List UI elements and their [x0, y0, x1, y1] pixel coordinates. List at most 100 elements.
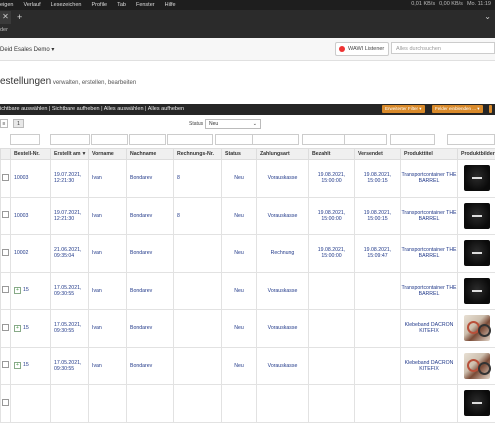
- select-all-header[interactable]: [1, 149, 11, 160]
- wawi-listener-button[interactable]: WAWI Listener: [335, 42, 389, 56]
- menu-item[interactable]: Verlauf: [23, 2, 40, 8]
- row-checkbox[interactable]: [2, 286, 9, 293]
- row-select-cell[interactable]: [1, 272, 11, 310]
- order-number-cell[interactable]: +15: [11, 272, 51, 310]
- page-number-button[interactable]: 1: [13, 119, 24, 128]
- cell-product[interactable]: Transportcontainer THE BARREL: [401, 197, 458, 235]
- tape-product-image[interactable]: [464, 315, 490, 341]
- table-row[interactable]: +1517.05.2021, 09:30:55IvanBondarevNeuVo…: [1, 310, 495, 348]
- column-filter-input[interactable]: [91, 134, 128, 145]
- column-header[interactable]: Versendet: [355, 149, 401, 160]
- tape-product-image[interactable]: [464, 353, 490, 379]
- column-header[interactable]: Vorname: [89, 149, 127, 160]
- column-filter-input[interactable]: [167, 134, 213, 145]
- cell-product[interactable]: Klebeband DACRON KITEFIX: [401, 347, 458, 385]
- column-header[interactable]: Nachname: [127, 149, 174, 160]
- column-header[interactable]: Bezahlt: [309, 149, 355, 160]
- row-checkbox[interactable]: [2, 174, 9, 181]
- menu-item[interactable]: Profile: [91, 2, 107, 8]
- cell-product[interactable]: Klebeband DACRON KITEFIX: [401, 310, 458, 348]
- table-row[interactable]: +1517.05.2021, 09:30:55IvanBondarevNeuVo…: [1, 272, 495, 310]
- browser-tab[interactable]: ✕: [0, 11, 11, 24]
- row-checkbox[interactable]: [2, 324, 9, 331]
- table-row[interactable]: 1000319.07.2021, 12:21:30IvanBondarev8Ne…: [1, 197, 495, 235]
- column-filter-input[interactable]: [10, 134, 40, 145]
- table-row[interactable]: 1000221.06.2021, 09:35:04IvanBondarevNeu…: [1, 235, 495, 273]
- barrel-product-image[interactable]: [464, 165, 490, 191]
- column-filter-input[interactable]: [390, 134, 435, 145]
- sort-desc-icon[interactable]: ▼: [82, 151, 87, 157]
- show-fields-button[interactable]: Felder einblenden ... ▾: [432, 105, 483, 113]
- barrel-product-image[interactable]: [464, 203, 490, 229]
- cell-product[interactable]: Transportcontainer THE BARREL: [401, 272, 458, 310]
- table-row[interactable]: 1000319.07.2021, 12:21:30IvanBondarev8Ne…: [1, 160, 495, 198]
- cell-product-image[interactable]: [458, 385, 495, 423]
- column-header[interactable]: Produkttitel: [401, 149, 458, 160]
- table-row[interactable]: +1517.05.2021, 09:30:55IvanBondarevNeuVo…: [1, 347, 495, 385]
- column-filter-input[interactable]: [129, 134, 166, 145]
- new-tab-button[interactable]: +: [17, 12, 22, 22]
- row-select-cell[interactable]: [1, 385, 11, 423]
- cell-product-image[interactable]: [458, 197, 495, 235]
- order-number-cell[interactable]: +15: [11, 310, 51, 348]
- barrel-product-image[interactable]: [464, 240, 490, 266]
- global-search-input[interactable]: Alles durchsuchen: [391, 42, 495, 54]
- selection-links[interactable]: ichtbare auswählen | Sichtbare aufheben …: [0, 106, 184, 112]
- barrel-product-image[interactable]: [464, 390, 490, 416]
- extended-filter-button[interactable]: Erweiterter Filter ▾: [382, 105, 425, 113]
- column-header[interactable]: Rechnungs-Nr.: [174, 149, 222, 160]
- row-select-cell[interactable]: [1, 197, 11, 235]
- order-number-cell[interactable]: +15: [11, 347, 51, 385]
- expand-row-icon[interactable]: +: [14, 362, 21, 369]
- order-number[interactable]: 15: [23, 362, 29, 368]
- expand-row-icon[interactable]: +: [14, 325, 21, 332]
- column-filter-input[interactable]: [447, 134, 495, 145]
- column-header[interactable]: Status: [222, 149, 257, 160]
- row-checkbox[interactable]: [2, 361, 9, 368]
- order-number-cell[interactable]: 10002: [11, 235, 51, 273]
- status-filter-select[interactable]: Neu⌄: [205, 119, 261, 129]
- shop-selector[interactable]: Deid Esales Demo ▾: [0, 46, 54, 53]
- cell-product[interactable]: Transportcontainer THE BARREL: [401, 160, 458, 198]
- menu-item[interactable]: Tab: [117, 2, 126, 8]
- column-header[interactable]: Produktbilder: [458, 149, 495, 160]
- cell-product-image[interactable]: [458, 310, 495, 348]
- order-number-cell[interactable]: 10003: [11, 160, 51, 198]
- cell-product-image[interactable]: [458, 272, 495, 310]
- column-header[interactable]: Bestell-Nr.: [11, 149, 51, 160]
- cell-product[interactable]: Transportcontainer THE BARREL: [401, 235, 458, 273]
- menu-item[interactable]: eigen: [0, 2, 13, 8]
- order-number[interactable]: 10003: [14, 213, 28, 219]
- menu-item[interactable]: Hilfe: [165, 2, 176, 8]
- tab-overflow-icon[interactable]: ⌄: [484, 12, 491, 21]
- barrel-product-image[interactable]: [464, 278, 490, 304]
- cell-product-image[interactable]: [458, 160, 495, 198]
- order-number[interactable]: 10002: [14, 250, 28, 256]
- order-number[interactable]: 15: [23, 287, 29, 293]
- expand-row-icon[interactable]: +: [14, 287, 21, 294]
- url-text[interactable]: der: [0, 27, 8, 33]
- row-select-cell[interactable]: [1, 310, 11, 348]
- list-view-icon[interactable]: ≡: [0, 119, 8, 128]
- column-filter-input[interactable]: [252, 134, 299, 145]
- row-select-cell[interactable]: [1, 235, 11, 273]
- column-header[interactable]: Zahlungsart: [257, 149, 309, 160]
- row-checkbox[interactable]: [2, 211, 9, 218]
- order-number[interactable]: 15: [23, 325, 29, 331]
- browser-urlbar[interactable]: der: [0, 24, 495, 39]
- order-number[interactable]: 10003: [14, 175, 28, 181]
- cell-product-image[interactable]: [458, 235, 495, 273]
- row-select-cell[interactable]: [1, 160, 11, 198]
- more-button[interactable]: [489, 105, 492, 113]
- order-number-cell[interactable]: [11, 385, 51, 423]
- row-select-cell[interactable]: [1, 347, 11, 385]
- menu-item[interactable]: Fenster: [136, 2, 155, 8]
- column-filter-input[interactable]: [344, 134, 387, 145]
- cell-product-image[interactable]: [458, 347, 495, 385]
- cell-product[interactable]: [401, 385, 458, 423]
- order-number-cell[interactable]: 10003: [11, 197, 51, 235]
- menu-item[interactable]: Lesezeichen: [51, 2, 82, 8]
- row-checkbox[interactable]: [2, 249, 9, 256]
- column-header[interactable]: Erstellt am▼: [51, 149, 89, 160]
- table-row[interactable]: [1, 385, 495, 423]
